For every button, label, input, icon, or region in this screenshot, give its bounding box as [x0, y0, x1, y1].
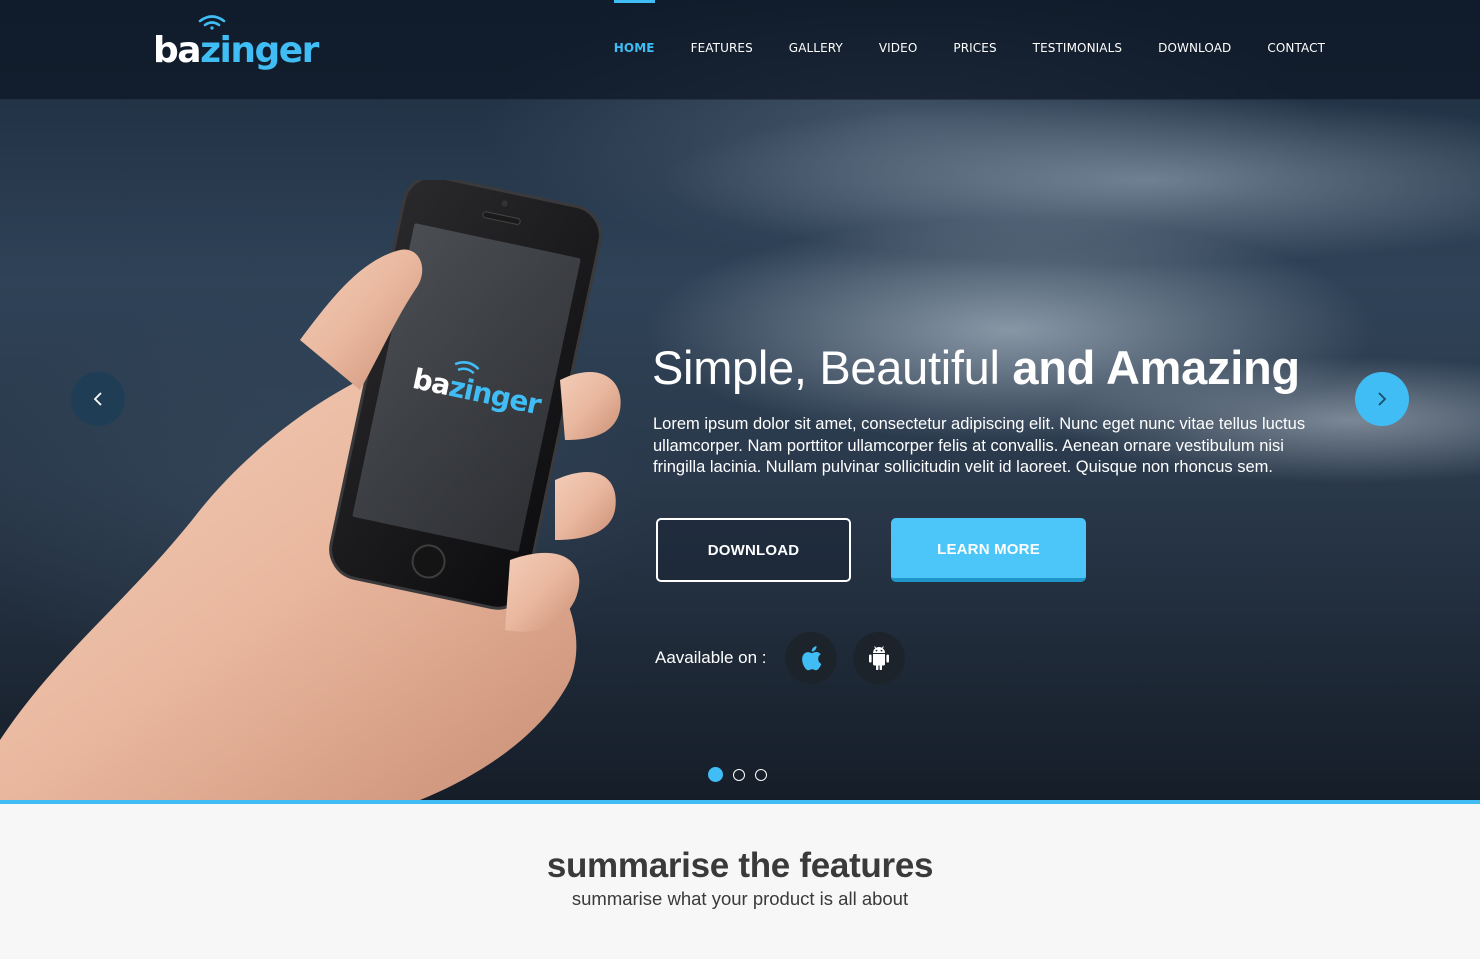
nav-item-download[interactable]: DOWNLOAD [1158, 0, 1231, 100]
slider-next-button[interactable] [1355, 372, 1409, 426]
nav-item-video[interactable]: VIDEO [879, 0, 918, 100]
nav-item-prices[interactable]: PRICES [953, 0, 996, 100]
slider-dot-2[interactable] [733, 768, 745, 781]
features-title: summarise the features [546, 846, 934, 885]
hero-headline: Simple, Beautiful and Amazing [652, 340, 1300, 396]
app-store-button[interactable] [785, 632, 837, 684]
nav-item-features[interactable]: FEATURES [691, 0, 753, 100]
chevron-left-icon [93, 392, 102, 406]
nav-item-home[interactable]: HOME [613, 0, 655, 100]
available-on-label: Aavailable on : [655, 648, 767, 667]
learn-more-button[interactable]: LEARN MORE [891, 518, 1086, 582]
site-header: bazinger HOME FEATURES GALLERY VIDEO PRI… [0, 0, 1480, 100]
phone-in-hand-image: bazinger [0, 175, 640, 800]
hero-headline-bold: and Amazing [1012, 341, 1300, 394]
nav-item-testimonials[interactable]: TESTIMONIALS [1033, 0, 1122, 100]
nav-item-contact[interactable]: CONTACT [1267, 0, 1325, 100]
slider-pagination [708, 767, 777, 782]
features-section: summarise the features summarise what yo… [0, 804, 1480, 959]
chevron-right-icon [1378, 392, 1387, 406]
features-subtitle: summarise what your product is all about [571, 888, 909, 909]
slider-dot-3[interactable] [755, 768, 767, 781]
logo-text-part1: ba [153, 30, 202, 71]
nav-item-gallery[interactable]: GALLERY [789, 0, 843, 100]
android-icon [869, 646, 889, 670]
download-button[interactable]: DOWNLOAD [656, 518, 851, 582]
slider-prev-button[interactable] [71, 372, 125, 426]
hero-slider: bazinger Simple, Beautiful and Amazing L… [0, 0, 1480, 800]
logo-text-part2: zinger [200, 30, 319, 71]
google-play-button[interactable] [853, 632, 905, 684]
hero-headline-light: Simple, Beautiful [652, 341, 1000, 394]
hero-description: Lorem ipsum dolor sit amet, consectetur … [653, 415, 1306, 476]
slider-dot-1[interactable] [708, 767, 723, 782]
main-nav: HOME FEATURES GALLERY VIDEO PRICES TESTI… [578, 0, 1325, 100]
apple-icon [802, 646, 822, 671]
